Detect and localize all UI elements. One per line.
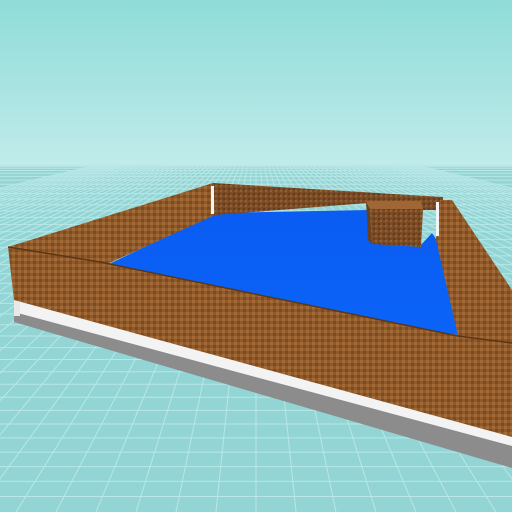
wood-block-corner[interactable] (366, 201, 423, 247)
sky (0, 0, 512, 175)
white-post-left (211, 186, 214, 214)
game-viewport[interactable] (0, 0, 512, 512)
scene-canvas[interactable] (0, 0, 512, 512)
white-post-right (436, 202, 439, 236)
